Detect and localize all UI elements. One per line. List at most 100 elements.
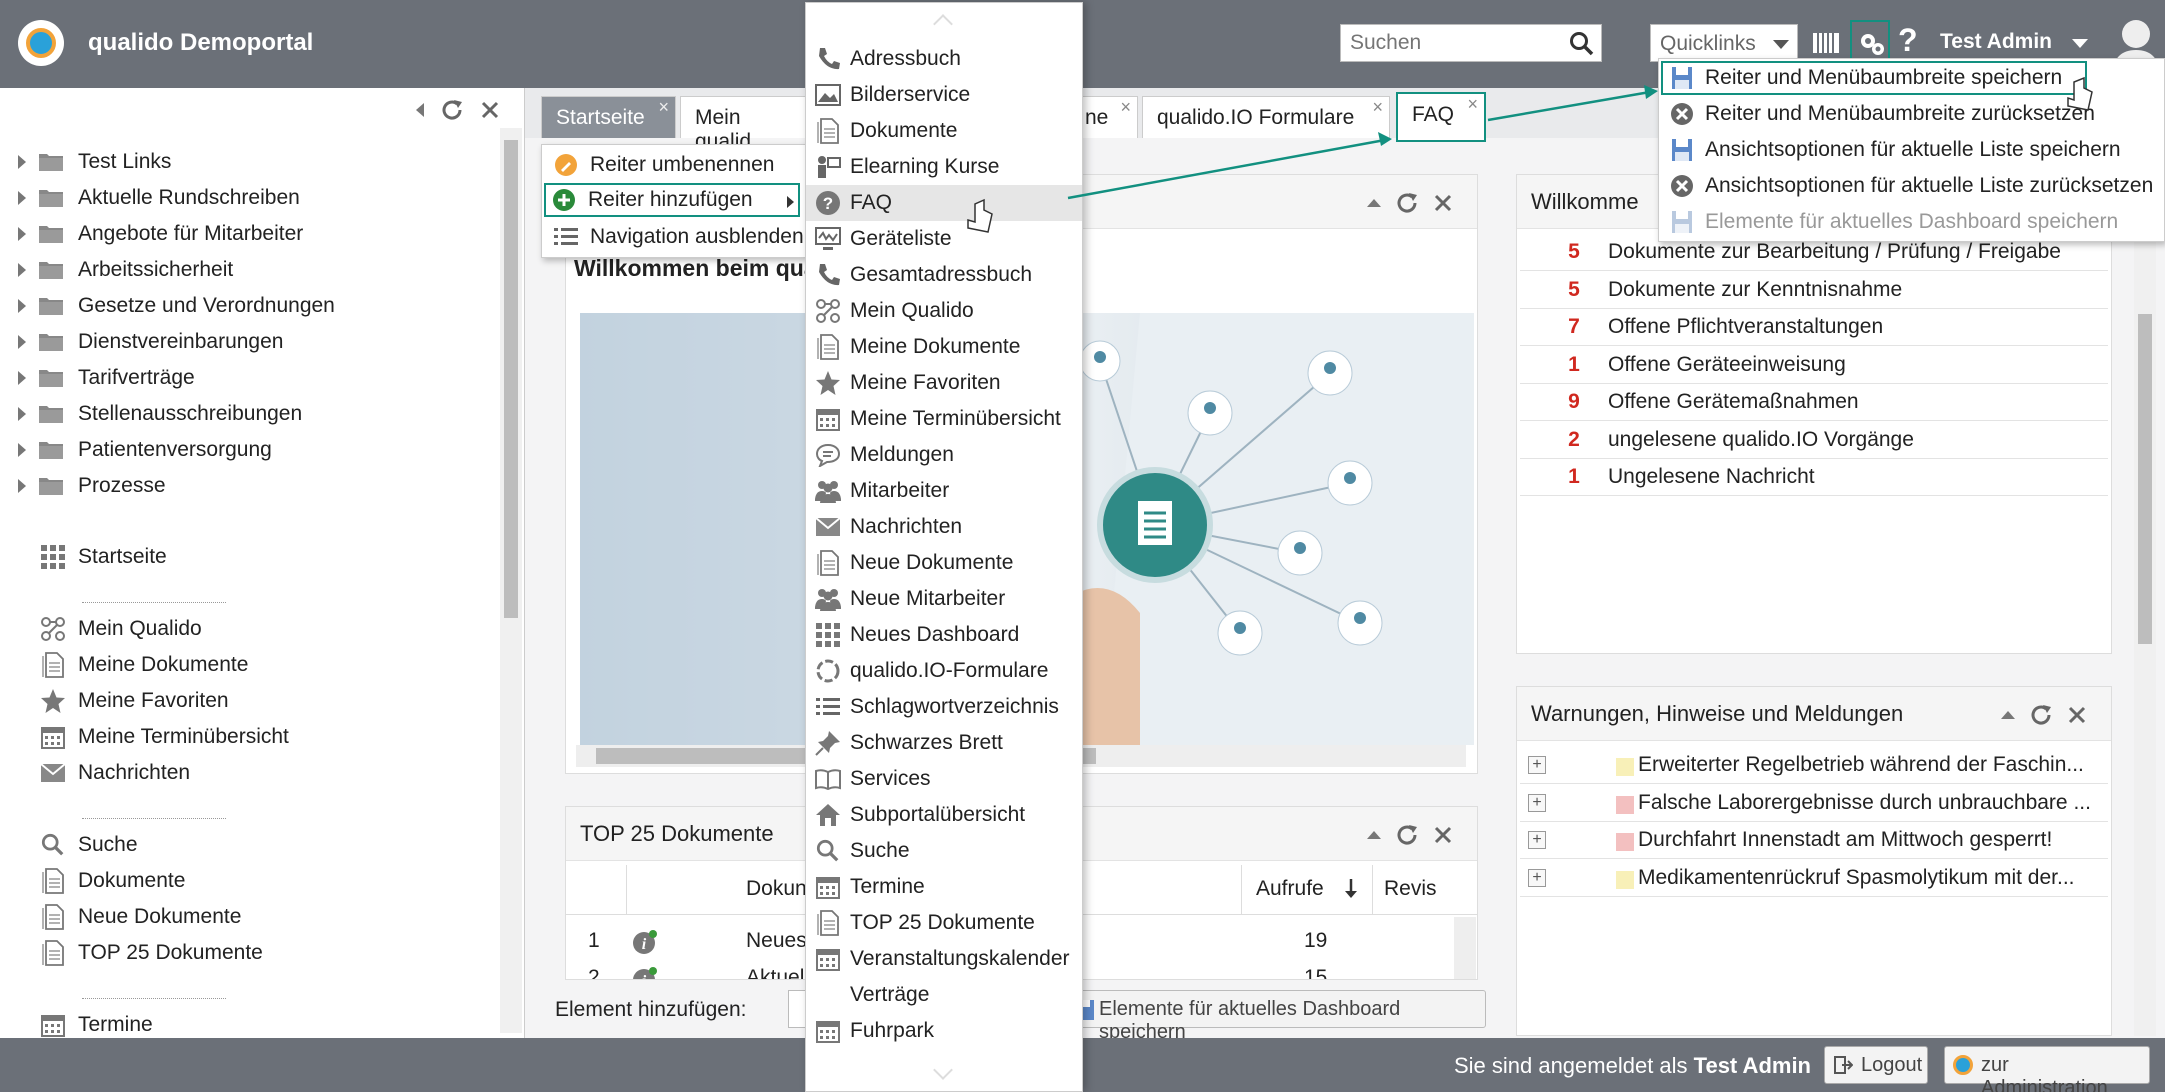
info-icon[interactable]: i bbox=[632, 966, 658, 979]
collapse-up-icon[interactable] bbox=[2001, 711, 2015, 719]
sidebar-folder[interactable]: Gesetze und Verordnungen bbox=[18, 291, 335, 321]
submenu-item-gesamtadressbuch[interactable]: Gesamtadressbuch bbox=[806, 257, 1082, 293]
sidebar-folder[interactable]: Tarifverträge bbox=[18, 363, 195, 393]
sidebar-folder[interactable]: Angebote für Mitarbeiter bbox=[18, 219, 303, 249]
sidebar-item-top-25-dokumente[interactable]: TOP 25 Dokumente bbox=[40, 938, 263, 968]
overview-row[interactable]: 1 Ungelesene Nachricht bbox=[1520, 459, 2108, 496]
submenu-item-dokumente[interactable]: Dokumente bbox=[806, 113, 1082, 149]
search-input[interactable] bbox=[1341, 25, 1561, 61]
logout-button[interactable]: Logout bbox=[1824, 1046, 1928, 1084]
submenu-item-meine-dokumente[interactable]: Meine Dokumente bbox=[806, 329, 1082, 365]
sidebar-folder[interactable]: Patientenversorgung bbox=[18, 435, 272, 465]
submenu-item-faq[interactable]: ? FAQ bbox=[806, 185, 1082, 221]
table-scrollbar[interactable] bbox=[1454, 917, 1476, 979]
expand-arrow-icon[interactable] bbox=[18, 335, 26, 349]
submenu-item-fuhrpark[interactable]: Fuhrpark bbox=[806, 1013, 1082, 1049]
sidebar-item-termine[interactable]: Termine bbox=[40, 1010, 153, 1040]
submenu-item-schwarzes-brett[interactable]: Schwarzes Brett bbox=[806, 725, 1082, 761]
expand-arrow-icon[interactable] bbox=[18, 371, 26, 385]
info-icon[interactable]: i bbox=[632, 929, 658, 955]
sidebar-item-mein-qualido[interactable]: Mein Qualido bbox=[40, 614, 202, 644]
submenu-item-neues-dashboard[interactable]: Neues Dashboard bbox=[806, 617, 1082, 653]
content-scrollbar[interactable] bbox=[2134, 174, 2156, 1036]
refresh-icon[interactable] bbox=[440, 98, 464, 122]
submenu-item-nachrichten[interactable]: Nachrichten bbox=[806, 509, 1082, 545]
scroll-up-icon[interactable] bbox=[933, 14, 953, 34]
collapse-left-icon[interactable] bbox=[416, 103, 424, 117]
expand-arrow-icon[interactable] bbox=[18, 263, 26, 277]
expand-plus-icon[interactable]: + bbox=[1528, 756, 1546, 774]
app-logo[interactable] bbox=[18, 20, 64, 66]
submenu-item-termine[interactable]: Termine bbox=[806, 869, 1082, 905]
refresh-icon[interactable] bbox=[1395, 823, 1419, 847]
sidebar-folder[interactable]: Test Links bbox=[18, 147, 171, 177]
submenu-item-subportal-bersicht[interactable]: Subportalübersicht bbox=[806, 797, 1082, 833]
submenu-item-suche[interactable]: Suche bbox=[806, 833, 1082, 869]
sidebar-folder[interactable]: Arbeitssicherheit bbox=[18, 255, 233, 285]
close-icon[interactable] bbox=[1433, 193, 1453, 213]
warning-row[interactable]: + Falsche Laborergebnisse durch unbrauchb… bbox=[1520, 785, 2108, 822]
expand-plus-icon[interactable]: + bbox=[1528, 868, 1546, 887]
expand-arrow-icon[interactable] bbox=[18, 407, 26, 421]
column-header-revision[interactable]: Revis bbox=[1384, 877, 1437, 901]
overview-row[interactable]: 5 Dokumente zur Kenntnisnahme bbox=[1520, 272, 2108, 309]
settings-menu-item[interactable]: Reiter und Menübaumbreite zurücksetzen bbox=[1663, 97, 2095, 131]
submenu-item-elearning-kurse[interactable]: Elearning Kurse bbox=[806, 149, 1082, 185]
sidebar-folder[interactable]: Dienstvereinbarungen bbox=[18, 327, 283, 357]
submenu-item-neue-mitarbeiter[interactable]: Neue Mitarbeiter bbox=[806, 581, 1082, 617]
tab-faq[interactable]: FAQ × bbox=[1396, 92, 1486, 142]
settings-menu-item[interactable]: Ansichtsoptionen für aktuelle Liste spei… bbox=[1663, 133, 2121, 167]
submenu-item-veranstaltungskalender[interactable]: Veranstaltungskalender bbox=[806, 941, 1082, 977]
close-icon[interactable] bbox=[1433, 825, 1453, 845]
warning-row[interactable]: + Erweiterter Regelbetrieb während der Fa… bbox=[1520, 747, 2108, 784]
sidebar-item-suche[interactable]: Suche bbox=[40, 830, 138, 860]
submenu-item-meine-favoriten[interactable]: Meine Favoriten bbox=[806, 365, 1082, 401]
submenu-item-top-25-dokumente[interactable]: TOP 25 Dokumente bbox=[806, 905, 1082, 941]
quicklinks-select[interactable]: Quicklinks bbox=[1650, 24, 1798, 62]
settings-menu-item[interactable]: Reiter und Menübaumbreite speichern bbox=[1661, 61, 2087, 95]
expand-arrow-icon[interactable] bbox=[18, 299, 26, 313]
help-icon[interactable]: ? bbox=[1898, 22, 1918, 59]
add-tab-item[interactable]: Reiter hinzufügen bbox=[544, 183, 800, 217]
submenu-item-mitarbeiter[interactable]: Mitarbeiter bbox=[806, 473, 1082, 509]
overview-row[interactable]: 1 Offene Geräteeinweisung bbox=[1520, 347, 2108, 384]
column-header-document[interactable]: Dokun bbox=[746, 877, 807, 901]
submenu-item-adressbuch[interactable]: Adressbuch bbox=[806, 41, 1082, 77]
sidebar-item-nachrichten[interactable]: Nachrichten bbox=[40, 758, 190, 788]
close-icon[interactable]: × bbox=[1467, 94, 1478, 115]
scroll-down-icon[interactable] bbox=[933, 1060, 953, 1080]
warning-row[interactable]: + Durchfahrt Innenstadt am Mittwoch gespe… bbox=[1520, 822, 2108, 859]
tab-mein-qualido[interactable]: Mein qualid bbox=[680, 96, 810, 153]
column-header-views[interactable]: Aufrufe bbox=[1241, 865, 1373, 915]
submenu-item-meldungen[interactable]: Meldungen bbox=[806, 437, 1082, 473]
submenu-item-neue-dokumente[interactable]: Neue Dokumente bbox=[806, 545, 1082, 581]
submenu-item-mein-qualido[interactable]: Mein Qualido bbox=[806, 293, 1082, 329]
warning-row[interactable]: + Medikamentenrückruf Spasmolytikum mit d… bbox=[1520, 860, 2108, 897]
overview-row[interactable]: 7 Offene Pflichtveranstaltungen bbox=[1520, 309, 2108, 346]
refresh-icon[interactable] bbox=[1395, 191, 1419, 215]
collapse-up-icon[interactable] bbox=[1367, 199, 1381, 207]
refresh-icon[interactable] bbox=[2029, 703, 2053, 727]
expand-arrow-icon[interactable] bbox=[18, 479, 26, 493]
book-icon[interactable] bbox=[1812, 30, 1840, 56]
sidebar-folder[interactable]: Aktuelle Rundschreiben bbox=[18, 183, 300, 213]
expand-arrow-icon[interactable] bbox=[18, 155, 26, 169]
hide-navigation-item[interactable]: Navigation ausblenden bbox=[548, 220, 804, 254]
close-icon[interactable]: × bbox=[1120, 97, 1131, 118]
sidebar-item-dokumente[interactable]: Dokumente bbox=[40, 866, 185, 896]
submenu-item-vertr-ge[interactable]: Verträge bbox=[806, 977, 1082, 1013]
chevron-down-icon[interactable] bbox=[2072, 39, 2088, 48]
submenu-item-services[interactable]: Services bbox=[806, 761, 1082, 797]
submenu-item-schlagwortverzeichnis[interactable]: Schlagwortverzeichnis bbox=[806, 689, 1082, 725]
settings-menu-item[interactable]: Ansichtsoptionen für aktuelle Liste zurü… bbox=[1663, 169, 2153, 203]
save-dashboard-button[interactable]: Elemente für aktuelles Dashboard speiche… bbox=[1068, 990, 1486, 1043]
close-icon[interactable] bbox=[480, 100, 500, 120]
close-icon[interactable]: × bbox=[658, 97, 669, 118]
sidebar-scroll-thumb[interactable] bbox=[504, 140, 518, 618]
sidebar-folder[interactable]: Prozesse bbox=[18, 471, 166, 501]
submenu-item-bilderservice[interactable]: Bilderservice bbox=[806, 77, 1082, 113]
rename-tab-item[interactable]: Reiter umbenennen bbox=[548, 148, 774, 182]
sidebar-item-startseite[interactable]: Startseite bbox=[40, 542, 167, 572]
user-menu-name[interactable]: Test Admin bbox=[1940, 30, 2052, 54]
expand-arrow-icon[interactable] bbox=[18, 227, 26, 241]
